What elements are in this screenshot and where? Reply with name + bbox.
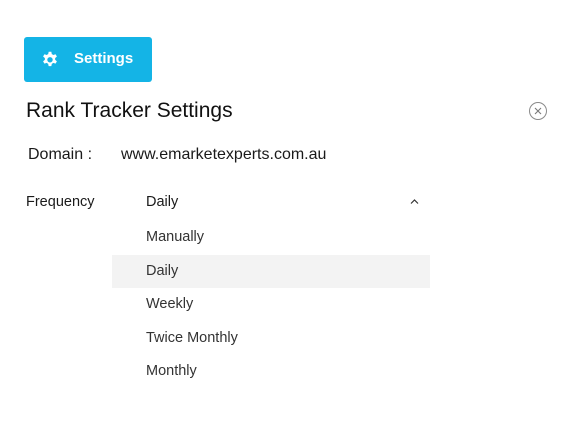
option-twice-monthly[interactable]: Twice Monthly <box>112 322 430 356</box>
settings-button-label: Settings <box>74 50 134 67</box>
page-title: Rank Tracker Settings <box>26 99 233 122</box>
option-label: Twice Monthly <box>146 329 238 346</box>
domain-label: Domain : <box>28 146 93 163</box>
frequency-selected-value: Daily <box>146 194 179 210</box>
frequency-label: Frequency <box>26 194 95 210</box>
option-monthly[interactable]: Monthly <box>112 355 430 389</box>
gear-icon <box>43 51 57 67</box>
option-label: Monthly <box>146 363 197 379</box>
frequency-options-list: Manually Daily Weekly Twice Monthly Mont… <box>112 221 430 389</box>
option-label: Weekly <box>146 296 194 312</box>
domain-value: www.emarketexperts.com.au <box>121 146 327 163</box>
option-weekly[interactable]: Weekly <box>112 288 430 322</box>
close-button[interactable] <box>529 102 547 120</box>
option-manually[interactable]: Manually <box>112 221 430 255</box>
option-daily[interactable]: Daily <box>112 254 430 288</box>
chevron-up-icon <box>410 199 419 204</box>
settings-button[interactable]: Settings <box>24 37 152 82</box>
option-label: Daily <box>146 262 179 279</box>
option-label: Manually <box>146 229 205 245</box>
close-icon <box>534 107 542 115</box>
frequency-select[interactable]: Daily <box>112 186 430 220</box>
